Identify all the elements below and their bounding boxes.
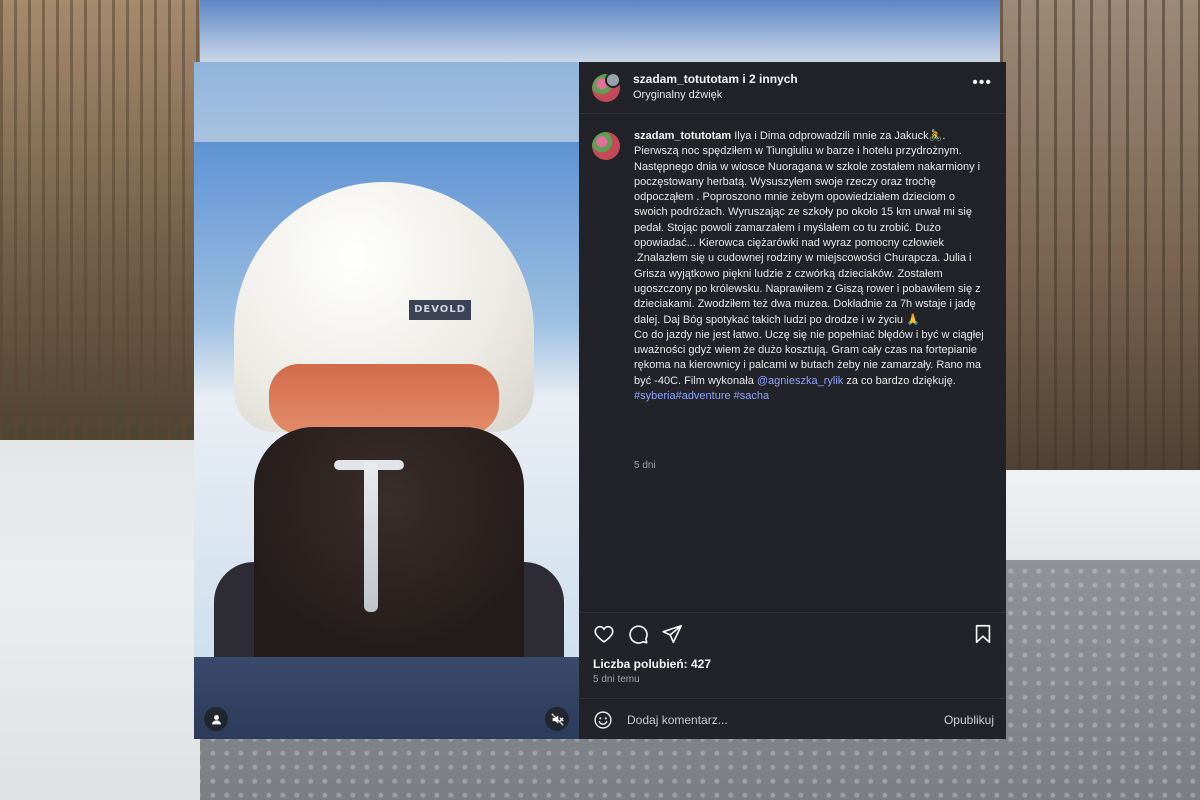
post-caption: szadam_totutotam Ilya i Dima odprowadzil… (634, 129, 989, 404)
bookmark-icon (975, 624, 991, 644)
post-date: 5 dni temu (593, 674, 640, 685)
share-button[interactable] (661, 623, 683, 645)
comment-input[interactable] (627, 708, 907, 732)
background-trees-left (0, 0, 200, 470)
publish-button[interactable]: Opublikuj (944, 713, 994, 727)
post-side-panel: szadam_totutotam i 2 innych Oryginalny d… (579, 62, 1006, 739)
post-author[interactable]: szadam_totutotam i 2 innych (633, 72, 798, 86)
frost-shape (364, 462, 378, 612)
emoji-button[interactable] (593, 710, 613, 730)
caption-paragraph-1: szadam_totutotam Ilya i Dima odprowadzil… (634, 129, 989, 328)
action-bar (579, 612, 1006, 652)
caption-time: 5 dni (634, 460, 656, 471)
user-tag-icon (211, 714, 221, 724)
user-tag-button[interactable] (204, 707, 228, 731)
smiley-icon (594, 711, 612, 729)
like-button[interactable] (593, 623, 615, 645)
background-treeline (200, 0, 1000, 62)
face-shape (269, 364, 499, 434)
hat-logo-label: DEVOLD (409, 300, 471, 320)
background-trees-right (1000, 0, 1200, 480)
more-horizontal-icon: ••• (972, 74, 992, 91)
caption-avatar[interactable] (592, 132, 620, 160)
hashtag-links[interactable]: #syberia#adventure #sacha (634, 390, 769, 402)
caption-text-1: Ilya i Dima odprowadzili mnie za Jakuck🚴… (634, 130, 981, 326)
mention-link[interactable]: @agnieszka_rylik (757, 375, 843, 387)
more-options-button[interactable]: ••• (972, 74, 992, 92)
video-letterbox-bottom (194, 657, 579, 739)
heart-icon (594, 625, 614, 643)
video-letterbox-top (194, 62, 579, 142)
post-header: szadam_totutotam i 2 innych Oryginalny d… (579, 62, 1006, 114)
paper-plane-icon (662, 624, 682, 644)
background-snow-right (1000, 470, 1200, 570)
post-modal: DEVOLD szadam_totutotam i 2 innych Orygi… (194, 62, 1006, 739)
avatar-secondary (605, 72, 621, 88)
likes-count[interactable]: Liczba polubień: 427 (593, 657, 711, 671)
muted-speaker-icon (550, 712, 564, 726)
caption-username[interactable]: szadam_totutotam (634, 130, 731, 142)
caption-paragraph-2: Co do jazdy nie jest łatwo. Uczę się nie… (634, 328, 989, 404)
mute-button[interactable] (545, 707, 569, 731)
comment-icon (629, 625, 648, 644)
post-video[interactable]: DEVOLD (194, 62, 579, 739)
save-button[interactable] (972, 623, 994, 645)
comment-button[interactable] (627, 623, 649, 645)
video-frame[interactable]: DEVOLD (194, 142, 579, 657)
audio-label[interactable]: Oryginalny dźwięk (633, 89, 722, 101)
background-road-snow (0, 560, 200, 800)
caption-text-3: za co bardzo dziękuję. (846, 374, 956, 387)
comment-box: Opublikuj (579, 698, 1006, 739)
